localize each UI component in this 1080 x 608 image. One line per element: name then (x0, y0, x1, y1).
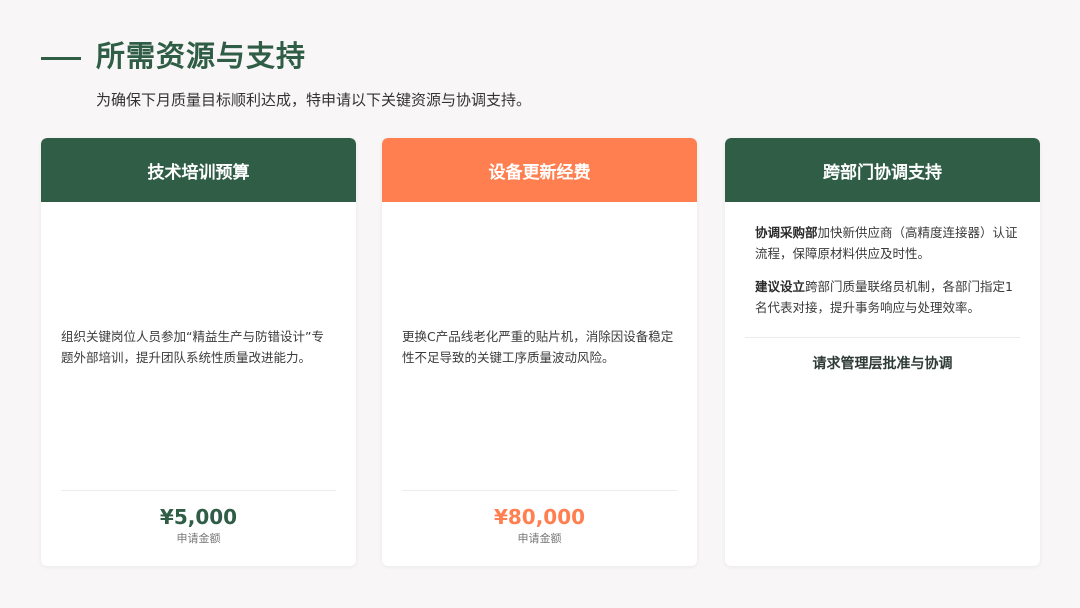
amount-value: ¥5,000 (159, 505, 238, 529)
card-body: 更换C产品线老化严重的贴片机，消除因设备稳定性不足导致的关键工序质量波动风险。 … (402, 202, 677, 566)
coord-item-bold: 协调采购部 (755, 225, 818, 240)
divider (745, 337, 1020, 338)
amount-label: 申请金额 (517, 532, 562, 545)
coord-item-procurement: 协调采购部加快新供应商（高精度连接器）认证流程，保障原材料供应及时性。 (755, 222, 1020, 264)
card-header: 跨部门协调支持 (725, 138, 1040, 202)
page-title: 所需资源与支持 (96, 39, 307, 73)
divider (402, 490, 677, 491)
coord-item-liaison: 建议设立跨部门质量联络员机制，各部门指定1名代表对接，提升事务响应与处理效率。 (755, 276, 1020, 318)
card-body: 协调采购部加快新供应商（高精度连接器）认证流程，保障原材料供应及时性。 建议设立… (745, 202, 1020, 566)
amount-label: 申请金额 (176, 532, 221, 545)
page-subtitle: 为确保下月质量目标顺利达成，特申请以下关键资源与协调支持。 (96, 91, 532, 109)
card-header: 设备更新经费 (382, 138, 697, 202)
card-equipment-funding: 设备更新经费 更换C产品线老化严重的贴片机，消除因设备稳定性不足导致的关键工序质… (382, 138, 697, 566)
card-description: 组织关键岗位人员参加“精益生产与防错设计”专题外部培训，提升团队系统性质量改进能… (61, 328, 324, 365)
card-description-wrap: 更换C产品线老化严重的贴片机，消除因设备稳定性不足导致的关键工序质量波动风险。 (402, 202, 677, 491)
card-description-wrap: 组织关键岗位人员参加“精益生产与防错设计”专题外部培训，提升团队系统性质量改进能… (61, 202, 336, 491)
card-cross-department-support: 跨部门协调支持 协调采购部加快新供应商（高精度连接器）认证流程，保障原材料供应及… (725, 138, 1040, 566)
card-training-budget: 技术培训预算 组织关键岗位人员参加“精益生产与防错设计”专题外部培训，提升团队系… (41, 138, 356, 566)
title-accent-bar (41, 57, 81, 60)
amount-value: ¥80,000 (493, 505, 586, 529)
coord-item-bold: 建议设立 (755, 279, 806, 294)
divider (61, 490, 336, 491)
request-approval-text: 请求管理层批准与协调 (812, 356, 953, 372)
card-header: 技术培训预算 (41, 138, 356, 202)
card-body: 组织关键岗位人员参加“精益生产与防错设计”专题外部培训，提升团队系统性质量改进能… (61, 202, 336, 566)
card-description: 更换C产品线老化严重的贴片机，消除因设备稳定性不足导致的关键工序质量波动风险。 (402, 328, 674, 365)
